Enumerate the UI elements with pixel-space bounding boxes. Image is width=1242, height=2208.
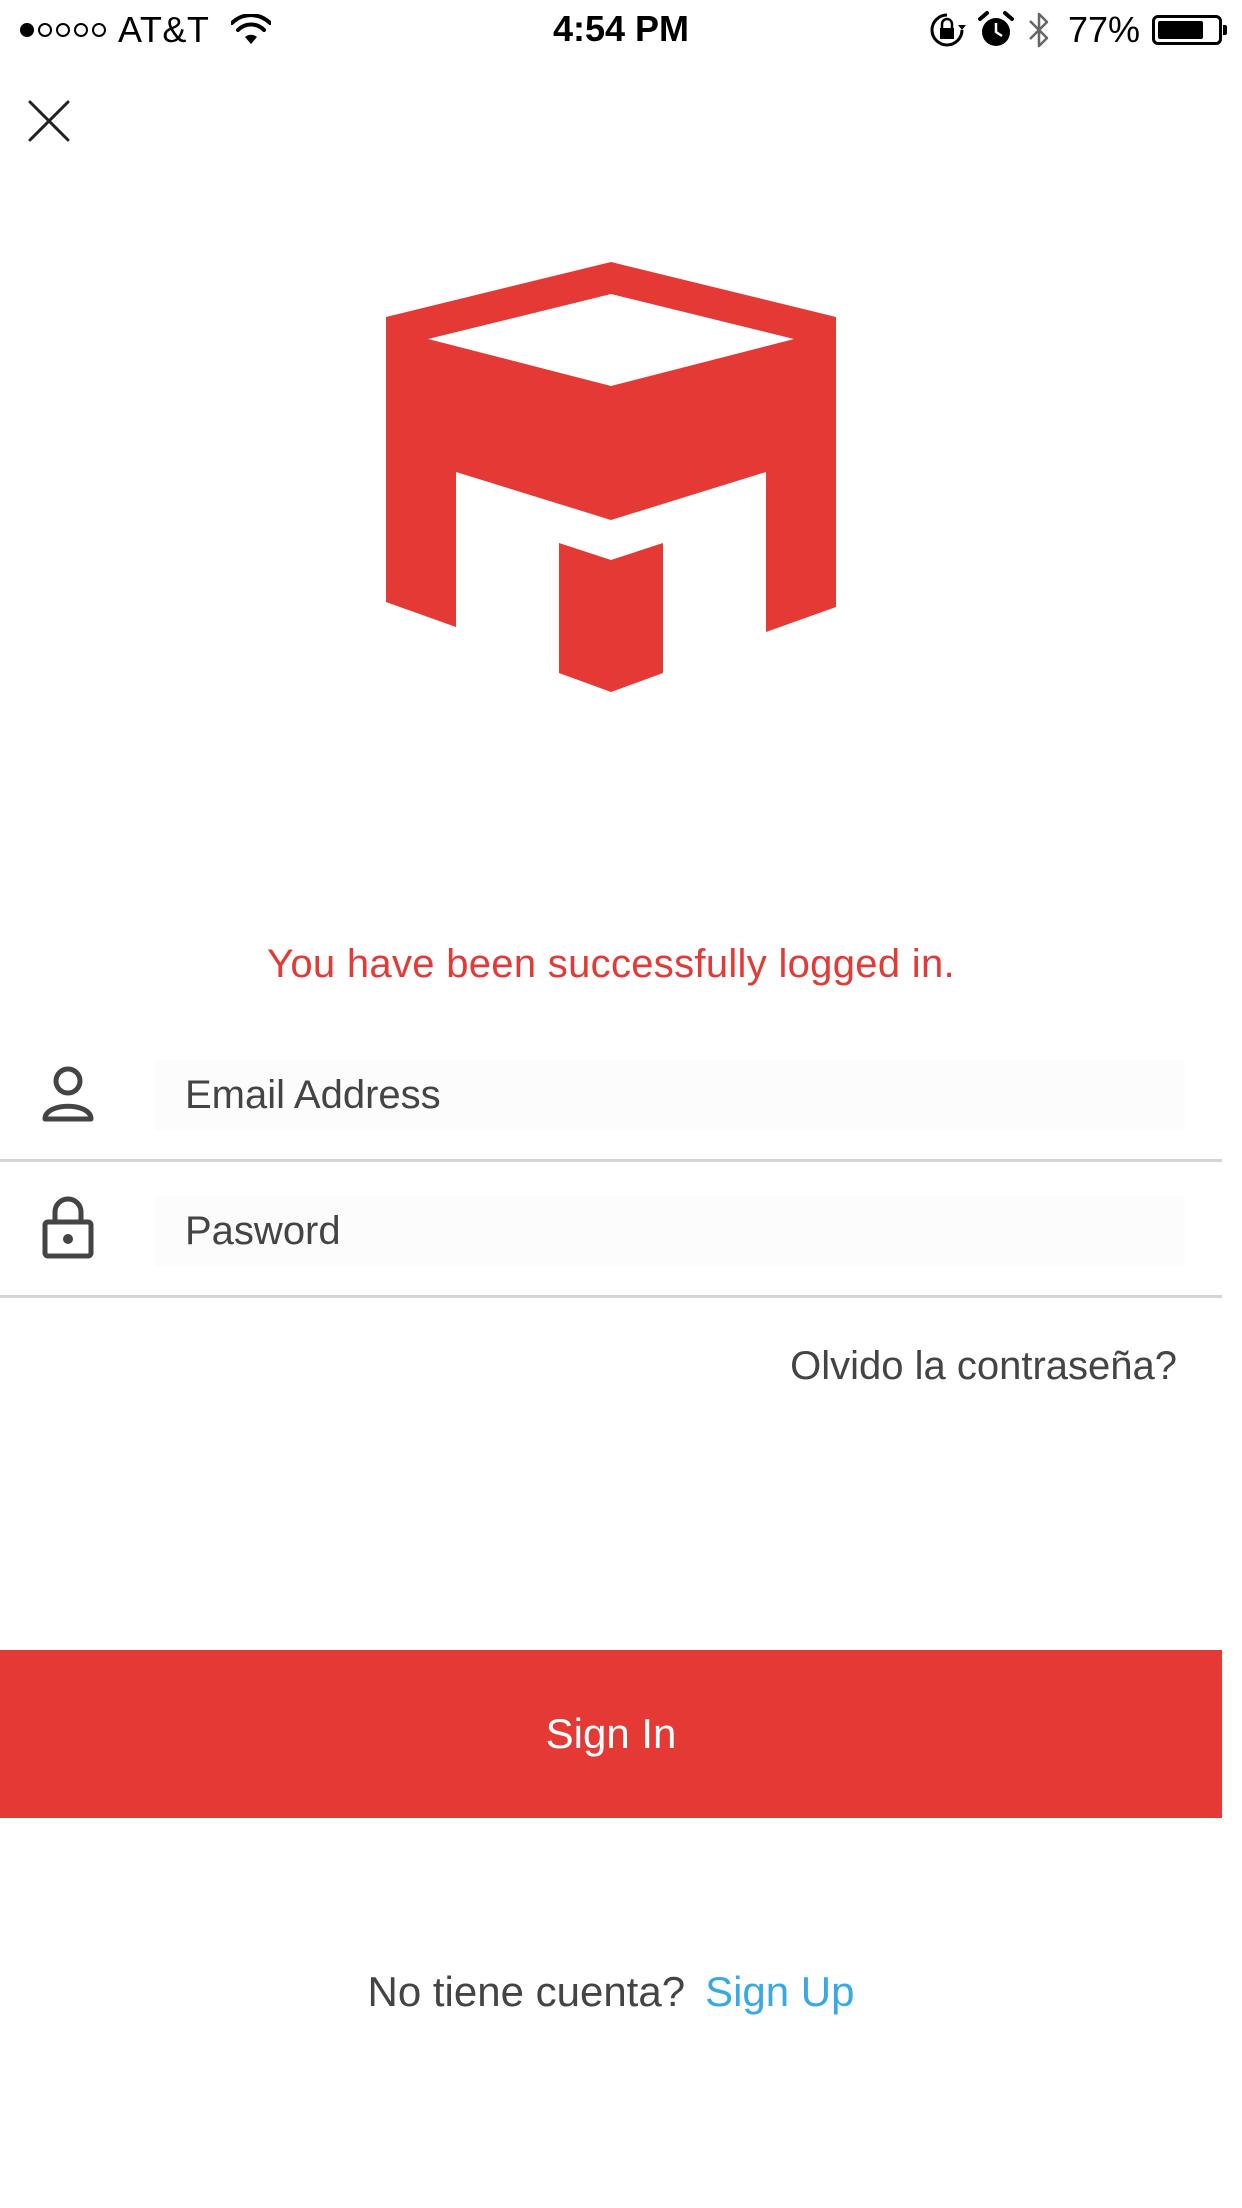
status-bar: AT&T 4:54 PM 77% [0, 0, 1242, 60]
forgot-password-link[interactable]: Olvido la contraseña? [790, 1344, 1177, 1389]
lock-icon [42, 1196, 94, 1259]
alarm-icon [977, 11, 1014, 46]
sign-in-button[interactable]: Sign In [0, 1650, 1222, 1818]
sign-up-link[interactable]: Sign Up [705, 1968, 854, 2015]
email-row [0, 1028, 1222, 1162]
signup-row: No tiene cuenta? Sign Up [0, 1968, 1222, 2016]
cube-m-logo [386, 262, 836, 692]
battery-level-fill [1158, 21, 1203, 39]
bluetooth-icon [1029, 12, 1049, 48]
battery-icon [1152, 15, 1227, 45]
success-message: You have been successfully logged in. [267, 942, 955, 986]
password-field[interactable] [155, 1196, 1185, 1266]
orientation-lock-icon [930, 13, 966, 47]
battery-tip [1223, 25, 1227, 35]
password-row [0, 1164, 1222, 1298]
close-icon [28, 100, 70, 142]
email-field[interactable] [155, 1060, 1185, 1130]
close-button[interactable] [24, 96, 74, 146]
user-icon [42, 1066, 94, 1122]
signup-prompt: No tiene cuenta? [367, 1968, 686, 2015]
status-right: 77% [928, 9, 1227, 50]
battery-percent: 77% [1067, 9, 1140, 50]
